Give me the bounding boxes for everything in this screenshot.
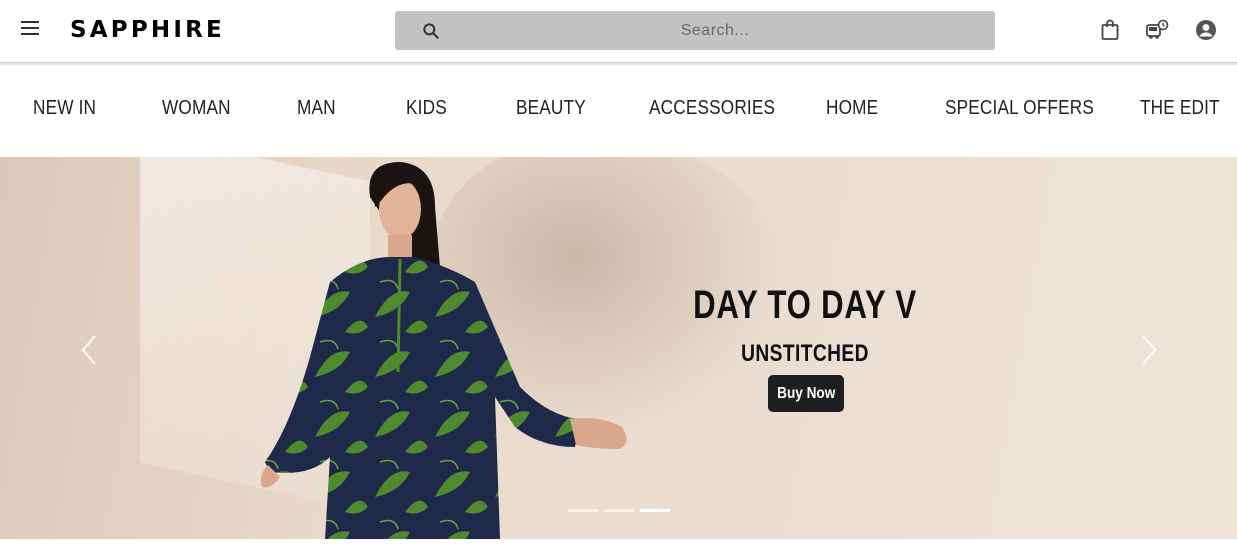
nav-item-special-offers[interactable]: SPECIAL OFFERS (945, 97, 1094, 120)
brand-logo[interactable]: SAPPHIRE (70, 17, 225, 43)
shopping-bag-icon[interactable] (1098, 18, 1122, 42)
carousel-dot-3[interactable] (640, 509, 670, 512)
search-input[interactable] (455, 11, 975, 50)
hero-carousel[interactable]: DAY TO DAY V UNSTITCHED Buy Now (0, 157, 1237, 539)
hero-title: DAY TO DAY V (693, 283, 917, 327)
nav-item-woman[interactable]: WOMAN (162, 97, 231, 120)
account-icon[interactable] (1194, 18, 1218, 42)
site-header: SAPPHIRE (0, 0, 1237, 62)
model-image (260, 162, 627, 539)
carousel-dot-1[interactable] (568, 509, 598, 512)
carousel-indicators (568, 509, 678, 513)
search-bar[interactable] (395, 11, 995, 50)
search-icon[interactable] (421, 21, 441, 41)
nav-item-beauty[interactable]: BEAUTY (516, 97, 586, 120)
delivery-truck-icon[interactable] (1145, 18, 1169, 42)
chevron-left-icon[interactable] (78, 333, 102, 367)
buy-now-label: Buy Now (776, 384, 836, 402)
buy-now-button[interactable]: Buy Now (768, 375, 844, 412)
menu-icon[interactable] (20, 21, 42, 39)
hero-subtitle: UNSTITCHED (741, 340, 869, 367)
nav-item-home[interactable]: HOME (826, 97, 878, 120)
main-nav: NEW IN WOMAN MAN KIDS BEAUTY ACCESSORIES… (0, 66, 1237, 157)
carousel-dot-2[interactable] (604, 509, 634, 512)
nav-item-man[interactable]: MAN (297, 97, 336, 120)
nav-item-new-in[interactable]: NEW IN (33, 97, 96, 120)
nav-item-the-edit[interactable]: THE EDIT (1140, 97, 1220, 120)
nav-item-accessories[interactable]: ACCESSORIES (649, 97, 775, 120)
chevron-right-icon[interactable] (1136, 333, 1160, 367)
nav-item-kids[interactable]: KIDS (406, 97, 447, 120)
page-below-hero (0, 539, 1237, 555)
